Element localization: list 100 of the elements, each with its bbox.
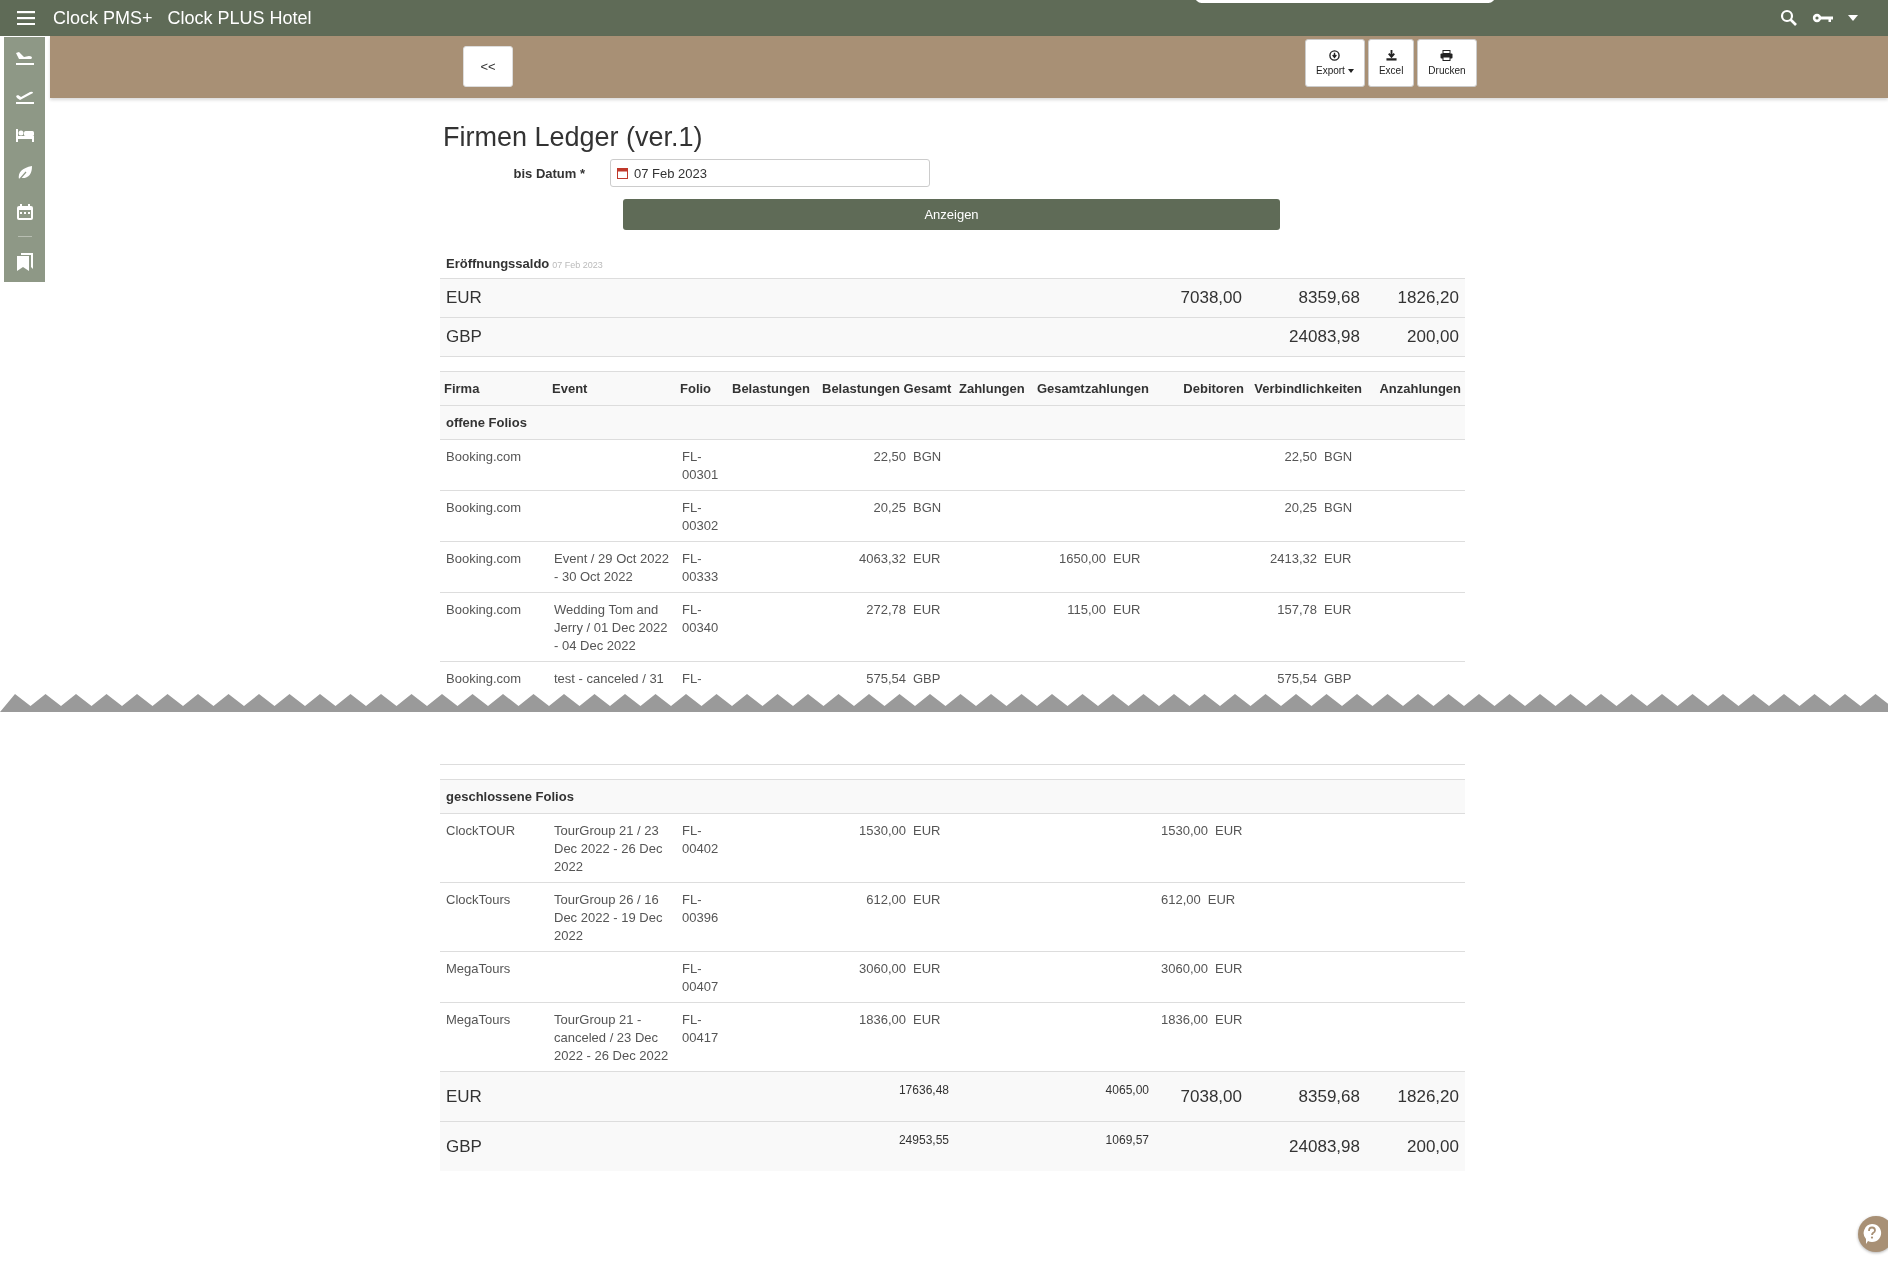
currency-code: BGN [1324,448,1354,466]
company-name: ClockTours [446,892,511,907]
column-header: Zahlungen [959,381,1025,396]
amount: 612,00 [866,892,906,907]
amount: 1530,00 [859,823,906,838]
help-icon [1862,1223,1882,1245]
folio-number: FL- 00407 [682,961,719,994]
company-name: Booking.com [446,500,522,515]
amount: 575,54 [1277,671,1317,686]
event-text: TourGroup 21 - canceled / 23 Dec 2022 - 26 Dec 2022 [554,1012,669,1063]
company-name: Booking.com [446,551,522,566]
amount: 1650,00 [1059,551,1106,566]
total-amount: 1826,20 [1397,288,1459,307]
menu-icon[interactable] [17,11,35,25]
download-circle-icon [1329,50,1341,61]
toolbar-button[interactable]: Export [1305,39,1365,87]
amount: 3060,00 [1161,961,1208,976]
total-amount: 4065,00 [1105,1083,1149,1097]
column-header: Belastungen Gesamt [822,381,952,396]
currency-code: GBP [1324,670,1353,688]
event-text: Event / 29 Oct 2022 - 30 Oct 2022 [554,551,669,584]
currency-code: BGN [913,499,943,517]
caret-icon[interactable] [1848,15,1858,21]
currency-code: BGN [913,448,943,466]
date-field[interactable]: 07 Feb 2023 [610,159,930,187]
folio-number: FL- 00402 [682,823,719,856]
toolbar-button[interactable]: Drucken [1417,39,1477,87]
currency-label: GBP [446,327,482,346]
company-name: MegaTours [446,961,511,976]
currency-code: EUR [913,891,942,909]
bookmarks-icon[interactable] [15,252,34,272]
column-header: Gesamtzahlungen [1037,381,1149,396]
currency-code: EUR [913,960,942,978]
currency-code: EUR [913,601,942,619]
column-header: Debitoren [1183,381,1244,396]
total-amount: 1826,20 [1397,1086,1459,1106]
total-amount: 8359,68 [1298,1086,1360,1106]
currency-code: EUR [913,550,942,568]
section-heading: geschlossene Folios [446,789,574,804]
search-icon[interactable] [1780,9,1798,27]
column-header: Verbindlichkeiten [1254,381,1362,396]
total-amount: 1069,57 [1105,1133,1149,1147]
total-amount: 200,00 [1407,1136,1459,1156]
amount: 22,50 [873,449,906,464]
amount: 1530,00 [1161,823,1208,838]
amount: 1836,00 [859,1012,906,1027]
currency-code: EUR [1215,1011,1244,1029]
calendar-icon[interactable] [15,203,34,221]
toolbar-button[interactable]: Excel [1367,39,1415,87]
key-icon[interactable] [1812,11,1834,25]
plane-landing-icon[interactable] [14,49,35,67]
column-header: Anzahlungen [1379,381,1461,396]
event-text: test - canceled / 31 [554,671,664,686]
app-name: Clock PMS+ [53,7,153,29]
total-amount: 7038,00 [1180,288,1242,307]
total-amount: 24083,98 [1289,327,1360,346]
currency-code: BGN [1324,499,1354,517]
currency-code: EUR [1324,550,1353,568]
column-header: Folio [680,381,712,396]
back-button[interactable]: << [463,46,513,87]
company-name: Booking.com [446,449,522,464]
currency-label: EUR [446,1086,482,1106]
total-amount: 200,00 [1407,327,1459,346]
hotel-name: Clock PLUS Hotel [167,7,312,29]
total-amount: 17636,48 [898,1083,949,1097]
amount: 3060,00 [859,961,906,976]
company-name: Booking.com [446,602,522,617]
currency-code: EUR [913,1011,942,1029]
company-name: Booking.com [446,671,522,686]
folio-number: FL- 00417 [682,1012,719,1045]
calendar-icon [617,167,628,179]
amount: 157,78 [1277,602,1317,617]
show-button[interactable]: Anzeigen [623,199,1280,230]
column-header: Belastungen [732,381,810,396]
amount: 22,50 [1284,449,1317,464]
help-button[interactable] [1858,1216,1888,1252]
currency-code: EUR [1324,601,1353,619]
bed-icon[interactable] [14,127,35,143]
download-icon [1385,50,1397,61]
amount: 2413,32 [1270,551,1317,566]
amount: 115,00 [1067,602,1106,617]
column-header: Firma [444,381,480,396]
folio-number: FL- 00340 [682,602,719,635]
company-name: MegaTours [446,1012,511,1027]
column-header: Event [552,381,588,396]
page-title: Firmen Ledger (ver.1) [443,122,704,153]
folio-number: FL- 00396 [682,892,719,925]
currency-code: EUR [1215,822,1244,840]
folio-number: FL- 00333 [682,551,719,584]
company-name: ClockTOUR [446,823,516,838]
amount: 612,00 [1161,892,1201,907]
total-amount: 24953,55 [898,1133,949,1147]
amount: 1836,00 [1161,1012,1208,1027]
folio-number: FL- [682,671,702,686]
event-text: TourGroup 26 / 16 Dec 2022 - 19 Dec 2022 [554,892,663,943]
currency-code: EUR [1113,601,1142,619]
currency-code: EUR [1207,891,1237,909]
folio-number: FL- 00302 [682,500,719,533]
amount: 575,54 [866,671,906,686]
field-label: bis Datum * [512,165,585,181]
